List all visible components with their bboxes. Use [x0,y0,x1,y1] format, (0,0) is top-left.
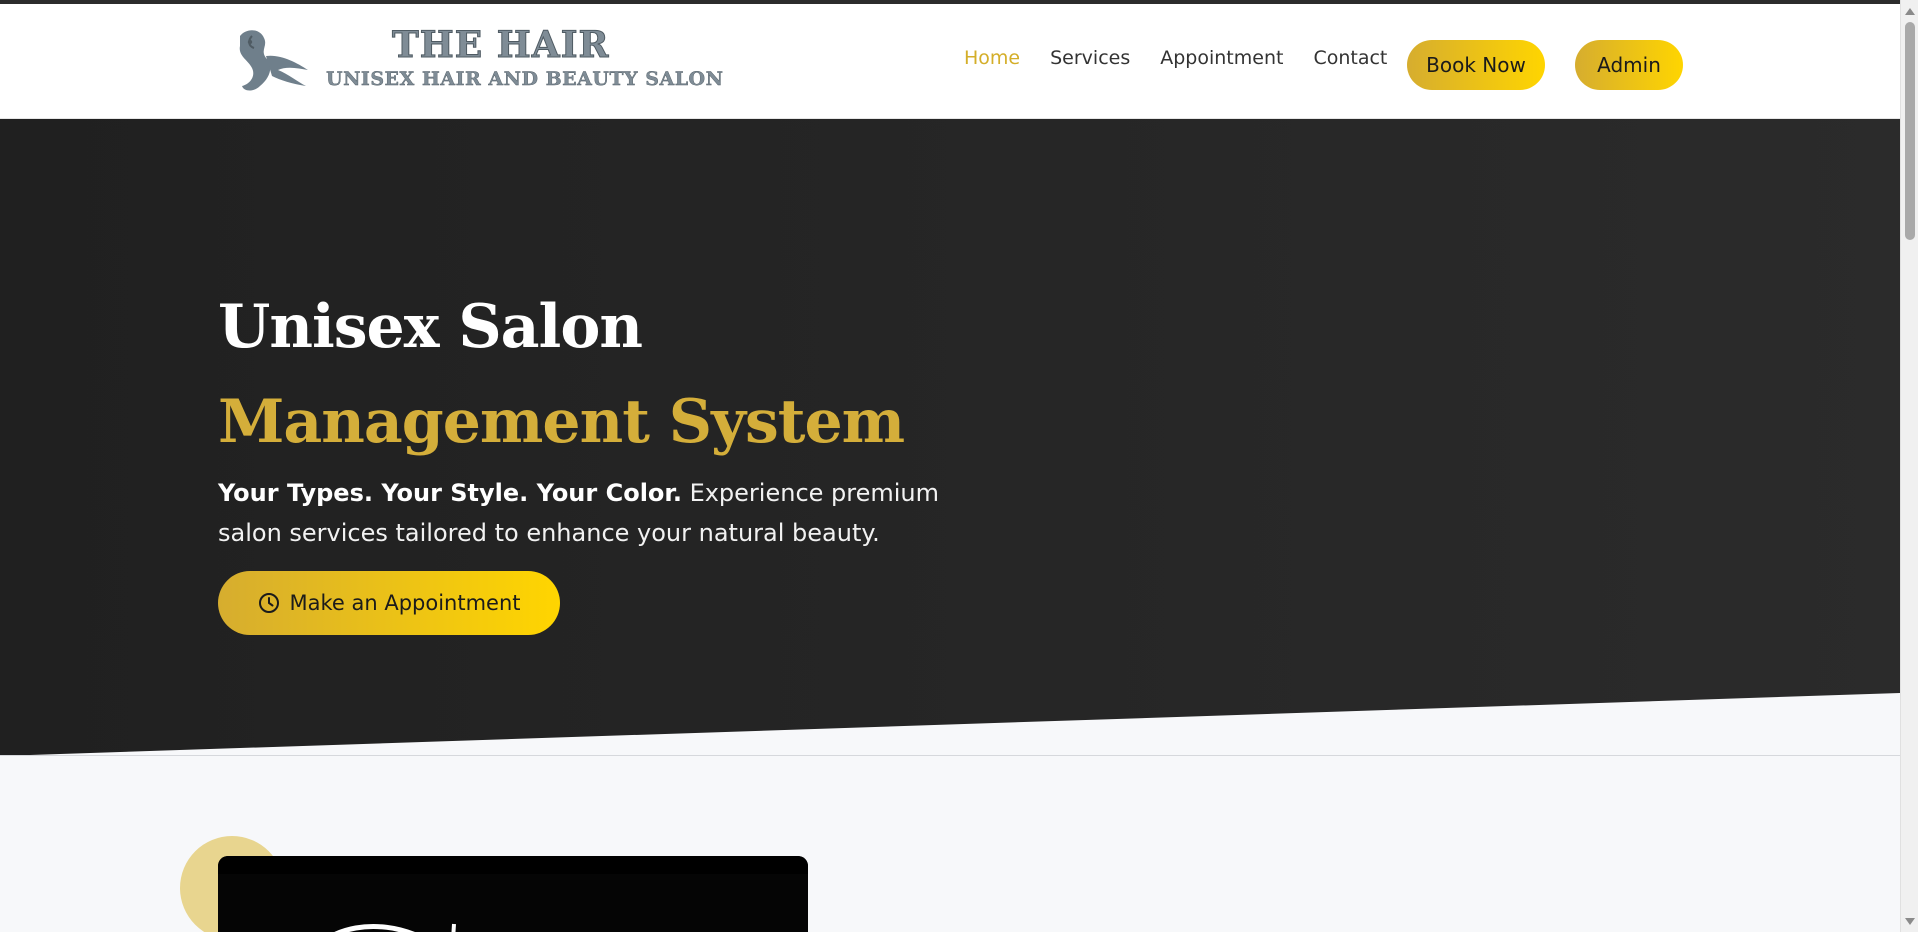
scroll-up-arrow-icon[interactable] [1905,8,1915,15]
hero-title-line-1: Unisex Salon [218,292,643,363]
book-now-button[interactable]: Book Now [1407,40,1545,90]
scroll-down-arrow-icon[interactable] [1905,918,1915,925]
page-scrollbar[interactable] [1900,0,1918,932]
hero-title-line-2: Management System [218,387,905,458]
admin-button[interactable]: Admin [1575,40,1683,90]
brand-subtitle: UNISEX HAIR AND BEAUTY SALON [326,68,724,90]
make-appointment-button[interactable]: Make an Appointment [218,571,560,635]
about-image-graphic [334,923,456,932]
site-header: THE HAIR UNISEX HAIR AND BEAUTY SALON Ho… [0,4,1900,119]
section-divider [0,755,1900,756]
nav-link-contact[interactable]: Contact [1313,40,1387,76]
brand-title: THE HAIR [391,24,610,67]
main-nav: Home Services Appointment Contact [964,40,1417,76]
brand-logo[interactable]: THE HAIR UNISEX HAIR AND BEAUTY SALON [230,22,723,102]
nav-link-home[interactable]: Home [964,40,1020,76]
nav-link-services[interactable]: Services [1050,40,1130,76]
make-appointment-label: Make an Appointment [289,591,521,615]
hero-tagline: Your Types. Your Style. Your Color. Expe… [218,473,958,553]
clock-icon [259,593,280,613]
nav-link-appointment[interactable]: Appointment [1160,40,1283,76]
hero-tagline-bold: Your Types. Your Style. Your Color. [218,479,682,507]
about-image-card [218,856,808,932]
page: THE HAIR UNISEX HAIR AND BEAUTY SALON Ho… [0,0,1918,932]
hero-section: Unisex Salon Management System Your Type… [0,119,1900,756]
woman-hair-silhouette-icon [239,30,308,91]
scrollbar-thumb[interactable] [1905,22,1915,240]
